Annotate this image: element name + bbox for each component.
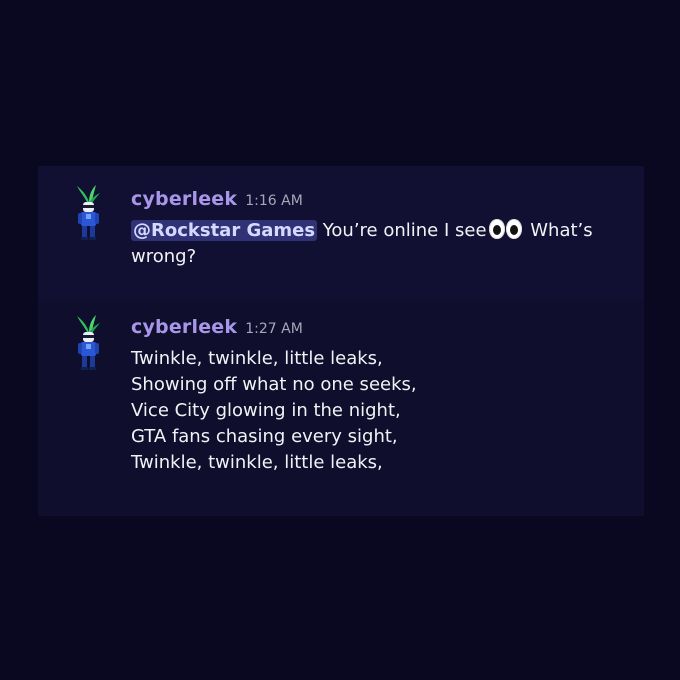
message-content: Twinkle, twinkle, little leaks, Showing …	[131, 346, 631, 476]
poem-line: Showing off what no one seeks,	[131, 374, 417, 395]
mention-rockstar-games[interactable]: @Rockstar Games	[131, 220, 318, 241]
message-header: cyberleek 1:16 AM	[131, 188, 303, 210]
timestamp[interactable]: 1:27 AM	[245, 321, 303, 337]
eyes-emoji-icon	[488, 219, 522, 239]
message-header: cyberleek 1:27 AM	[131, 316, 303, 338]
timestamp[interactable]: 1:16 AM	[245, 193, 303, 209]
poem-line: Vice City glowing in the night,	[131, 400, 401, 421]
poem-line: Twinkle, twinkle, little leaks,	[131, 348, 383, 369]
chat-message[interactable]: cyberleek 1:27 AM Twinkle, twinkle, littl…	[38, 300, 644, 516]
poem-line: Twinkle, twinkle, little leaks,	[131, 452, 383, 473]
chat-screen: cyberleek 1:16 AM @Rockstar Games You’re …	[0, 0, 680, 680]
chat-message[interactable]: cyberleek 1:16 AM @Rockstar Games You’re …	[38, 166, 644, 300]
message-content: @Rockstar Games You’re online I see What…	[131, 218, 631, 270]
message-text: You’re online I see	[317, 220, 487, 241]
poem-line: GTA fans chasing every sight,	[131, 426, 398, 447]
message-list: cyberleek 1:16 AM @Rockstar Games You’re …	[38, 166, 644, 516]
leek-avatar-icon[interactable]	[74, 314, 102, 372]
username[interactable]: cyberleek	[131, 316, 237, 338]
leek-avatar-icon[interactable]	[74, 184, 102, 242]
username[interactable]: cyberleek	[131, 188, 237, 210]
